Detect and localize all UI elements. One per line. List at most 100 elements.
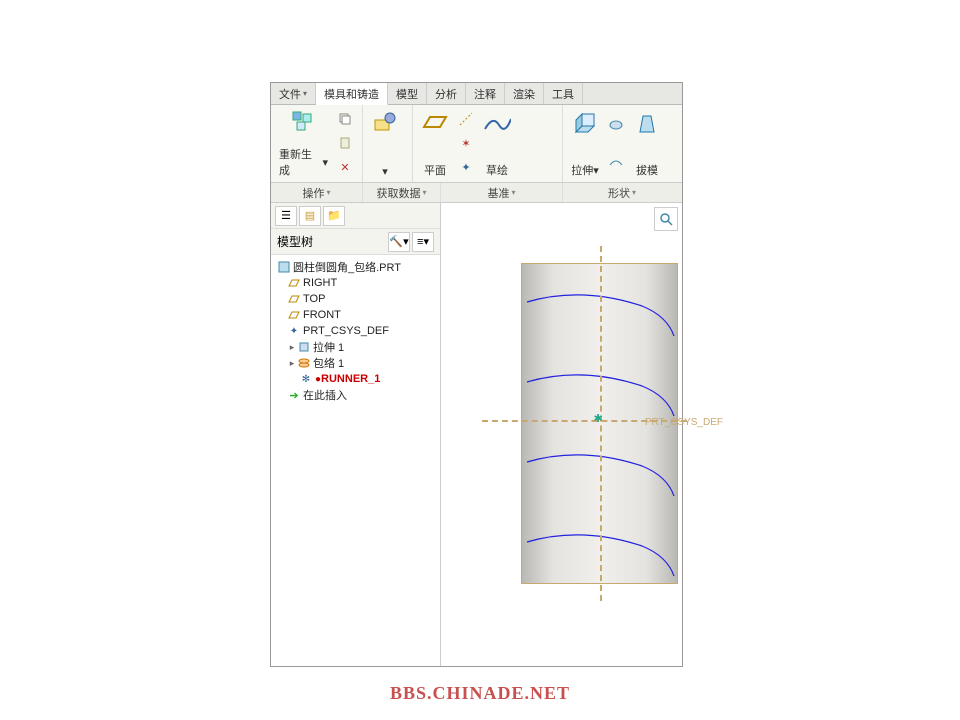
panel-op-label: 操作 <box>302 185 324 201</box>
folder-icon: 📁 <box>327 209 341 222</box>
sketch-icon <box>483 109 511 137</box>
top-label: TOP <box>303 293 325 305</box>
regen-icon <box>290 109 318 137</box>
model-tree-panel: ☰ ▤ 📁 模型树 🔨▾ ≡▾ 圆柱倒圆角_包络.PRT RIGHT <box>271 203 441 666</box>
work-area: ☰ ▤ 📁 模型树 🔨▾ ≡▾ 圆柱倒圆角_包络.PRT RIGHT <box>271 203 682 666</box>
draft-icon <box>633 109 661 137</box>
menu-tab-mold-cast[interactable]: 模具和铸造 <box>316 83 388 105</box>
tree-settings-button[interactable]: 🔨▾ <box>388 232 410 252</box>
active-tab-label: 模具和铸造 <box>324 86 379 102</box>
tree-insert-here[interactable]: ➔ 在此插入 <box>275 387 436 403</box>
tree-top[interactable]: TOP <box>275 291 436 307</box>
tree-right[interactable]: RIGHT <box>275 275 436 291</box>
tree-root[interactable]: 圆柱倒圆角_包络.PRT <box>275 259 436 275</box>
runner-icon: ✻ <box>299 372 313 386</box>
draft-label: 拔模 <box>636 162 658 178</box>
plane-icon <box>287 276 301 290</box>
chevron-down-icon: ▾ <box>511 188 515 197</box>
panel-datum[interactable]: 基准▾ <box>441 183 563 202</box>
layers-button[interactable]: ▤ <box>299 206 321 226</box>
regen-button[interactable]: 重新生成▾ <box>275 107 332 180</box>
panel-operation[interactable]: 操作▾ <box>271 183 363 202</box>
extrude-icon <box>297 340 311 354</box>
sketch-button[interactable]: 草绘 <box>479 107 515 180</box>
csys-label: PRT_CSYS_DEF <box>303 325 389 337</box>
panel-gd-label: 获取数据 <box>376 185 420 201</box>
panel-dat-label: 基准 <box>487 185 509 201</box>
sketch-label: 草绘 <box>486 162 508 178</box>
layers-icon: ▤ <box>305 209 315 222</box>
tree-envelope1[interactable]: ▸ 包络 1 <box>275 355 436 371</box>
menu-tab-file[interactable]: 文件 ▾ <box>271 83 316 104</box>
part-icon <box>277 260 291 274</box>
ribbon-group-operation: 重新生成▾ ✕ <box>271 105 363 182</box>
panel-getdata[interactable]: 获取数据▾ <box>363 183 441 202</box>
point-button[interactable]: ✶ <box>455 133 477 153</box>
csys-button[interactable]: ✦ <box>455 158 477 178</box>
tree-csys[interactable]: ✦ PRT_CSYS_DEF <box>275 323 436 339</box>
envelope1-label: 包络 1 <box>313 355 344 371</box>
x-icon: ✕ <box>340 161 349 174</box>
tree-runner1[interactable]: ✻ ● RUNNER_1 <box>275 371 436 387</box>
chevron-down-icon: ▾ <box>422 188 426 197</box>
envelope-icon <box>297 356 311 370</box>
tree-front[interactable]: FRONT <box>275 307 436 323</box>
front-label: FRONT <box>303 309 341 321</box>
delete-button[interactable]: ✕ <box>334 158 356 178</box>
tree-extrude1[interactable]: ▸ 拉伸 1 <box>275 339 436 355</box>
paste-button[interactable] <box>334 133 356 153</box>
chevron-down-icon: ▾ <box>326 188 330 197</box>
chevron-down-icon: ▾ <box>322 156 328 169</box>
tree-show-button[interactable]: ≡▾ <box>412 232 434 252</box>
chevron-down-icon: ▾ <box>632 188 636 197</box>
search-button[interactable] <box>654 207 678 231</box>
getdata-button[interactable]: ▾ <box>367 107 403 180</box>
chevron-down-icon: ▾ <box>403 235 409 248</box>
csys-viewport-label: PRT_CSYS_DEF <box>645 417 723 428</box>
panel-shape[interactable]: 形状▾ <box>563 183 681 202</box>
origin-marker <box>596 416 604 424</box>
plane-label: 平面 <box>424 162 446 178</box>
draft-button[interactable]: 拔模 <box>629 107 665 180</box>
extrude-button[interactable]: 拉伸▾ <box>567 107 603 180</box>
csys-icon: ✦ <box>461 161 470 174</box>
revolve-button[interactable] <box>605 115 627 135</box>
menu-tab-annotate[interactable]: 注释 <box>466 83 505 104</box>
ribbon: 重新生成▾ ✕ ▾ 平面 ✶ ✦ <box>271 105 682 183</box>
chevron-down-icon: ▾ <box>593 164 599 177</box>
menu-tab-analysis[interactable]: 分析 <box>427 83 466 104</box>
chevron-down-icon: ▾ <box>382 165 388 178</box>
folder-button[interactable]: 📁 <box>323 206 345 226</box>
search-icon <box>659 212 673 226</box>
point-icon: ✶ <box>461 137 470 150</box>
assembly-icon <box>371 109 399 137</box>
cad-app-window: 文件 ▾ 模具和铸造 模型 分析 注释 渲染 工具 重新生成▾ ✕ <box>270 82 683 667</box>
cylinder-geometry[interactable]: PRT_CSYS_DEF <box>521 263 678 584</box>
tree-title: 模型树 <box>277 233 313 250</box>
menu-tabs: 文件 ▾ 模具和铸造 模型 分析 注释 渲染 工具 <box>271 83 682 105</box>
graphics-viewport[interactable]: PRT_CSYS_DEF <box>441 203 682 666</box>
copy-button[interactable] <box>334 109 356 129</box>
extrude-label: 拉伸 <box>571 162 593 178</box>
menu-tab-tools[interactable]: 工具 <box>544 83 583 104</box>
menu-tab-render[interactable]: 渲染 <box>505 83 544 104</box>
plane-icon <box>287 308 301 322</box>
menu-tab-model[interactable]: 模型 <box>388 83 427 104</box>
model-tree[interactable]: 圆柱倒圆角_包络.PRT RIGHT TOP FRONT ✦ PRT_CSYS_… <box>271 255 440 666</box>
chevron-down-icon: ▾ <box>423 235 429 248</box>
tree-view-button[interactable]: ☰ <box>275 206 297 226</box>
sweep-button[interactable] <box>605 152 627 172</box>
axis-button[interactable] <box>455 109 477 129</box>
plane-button[interactable]: 平面 <box>417 107 453 180</box>
watermark-text: BBS.CHINADE.NET <box>390 683 570 704</box>
extrude-icon <box>571 109 599 137</box>
mini-toolbar: ☰ ▤ 📁 <box>271 203 440 229</box>
expand-icon[interactable]: ▸ <box>287 342 297 353</box>
ribbon-group-datum: 平面 ✶ ✦ 草绘 <box>413 105 563 182</box>
csys-icon: ✦ <box>287 324 301 338</box>
runner-label: RUNNER_1 <box>321 373 380 385</box>
expand-icon[interactable]: ▸ <box>287 358 297 369</box>
panel-sh-label: 形状 <box>608 185 630 201</box>
plane-icon <box>287 292 301 306</box>
extrude1-label: 拉伸 1 <box>313 339 344 355</box>
